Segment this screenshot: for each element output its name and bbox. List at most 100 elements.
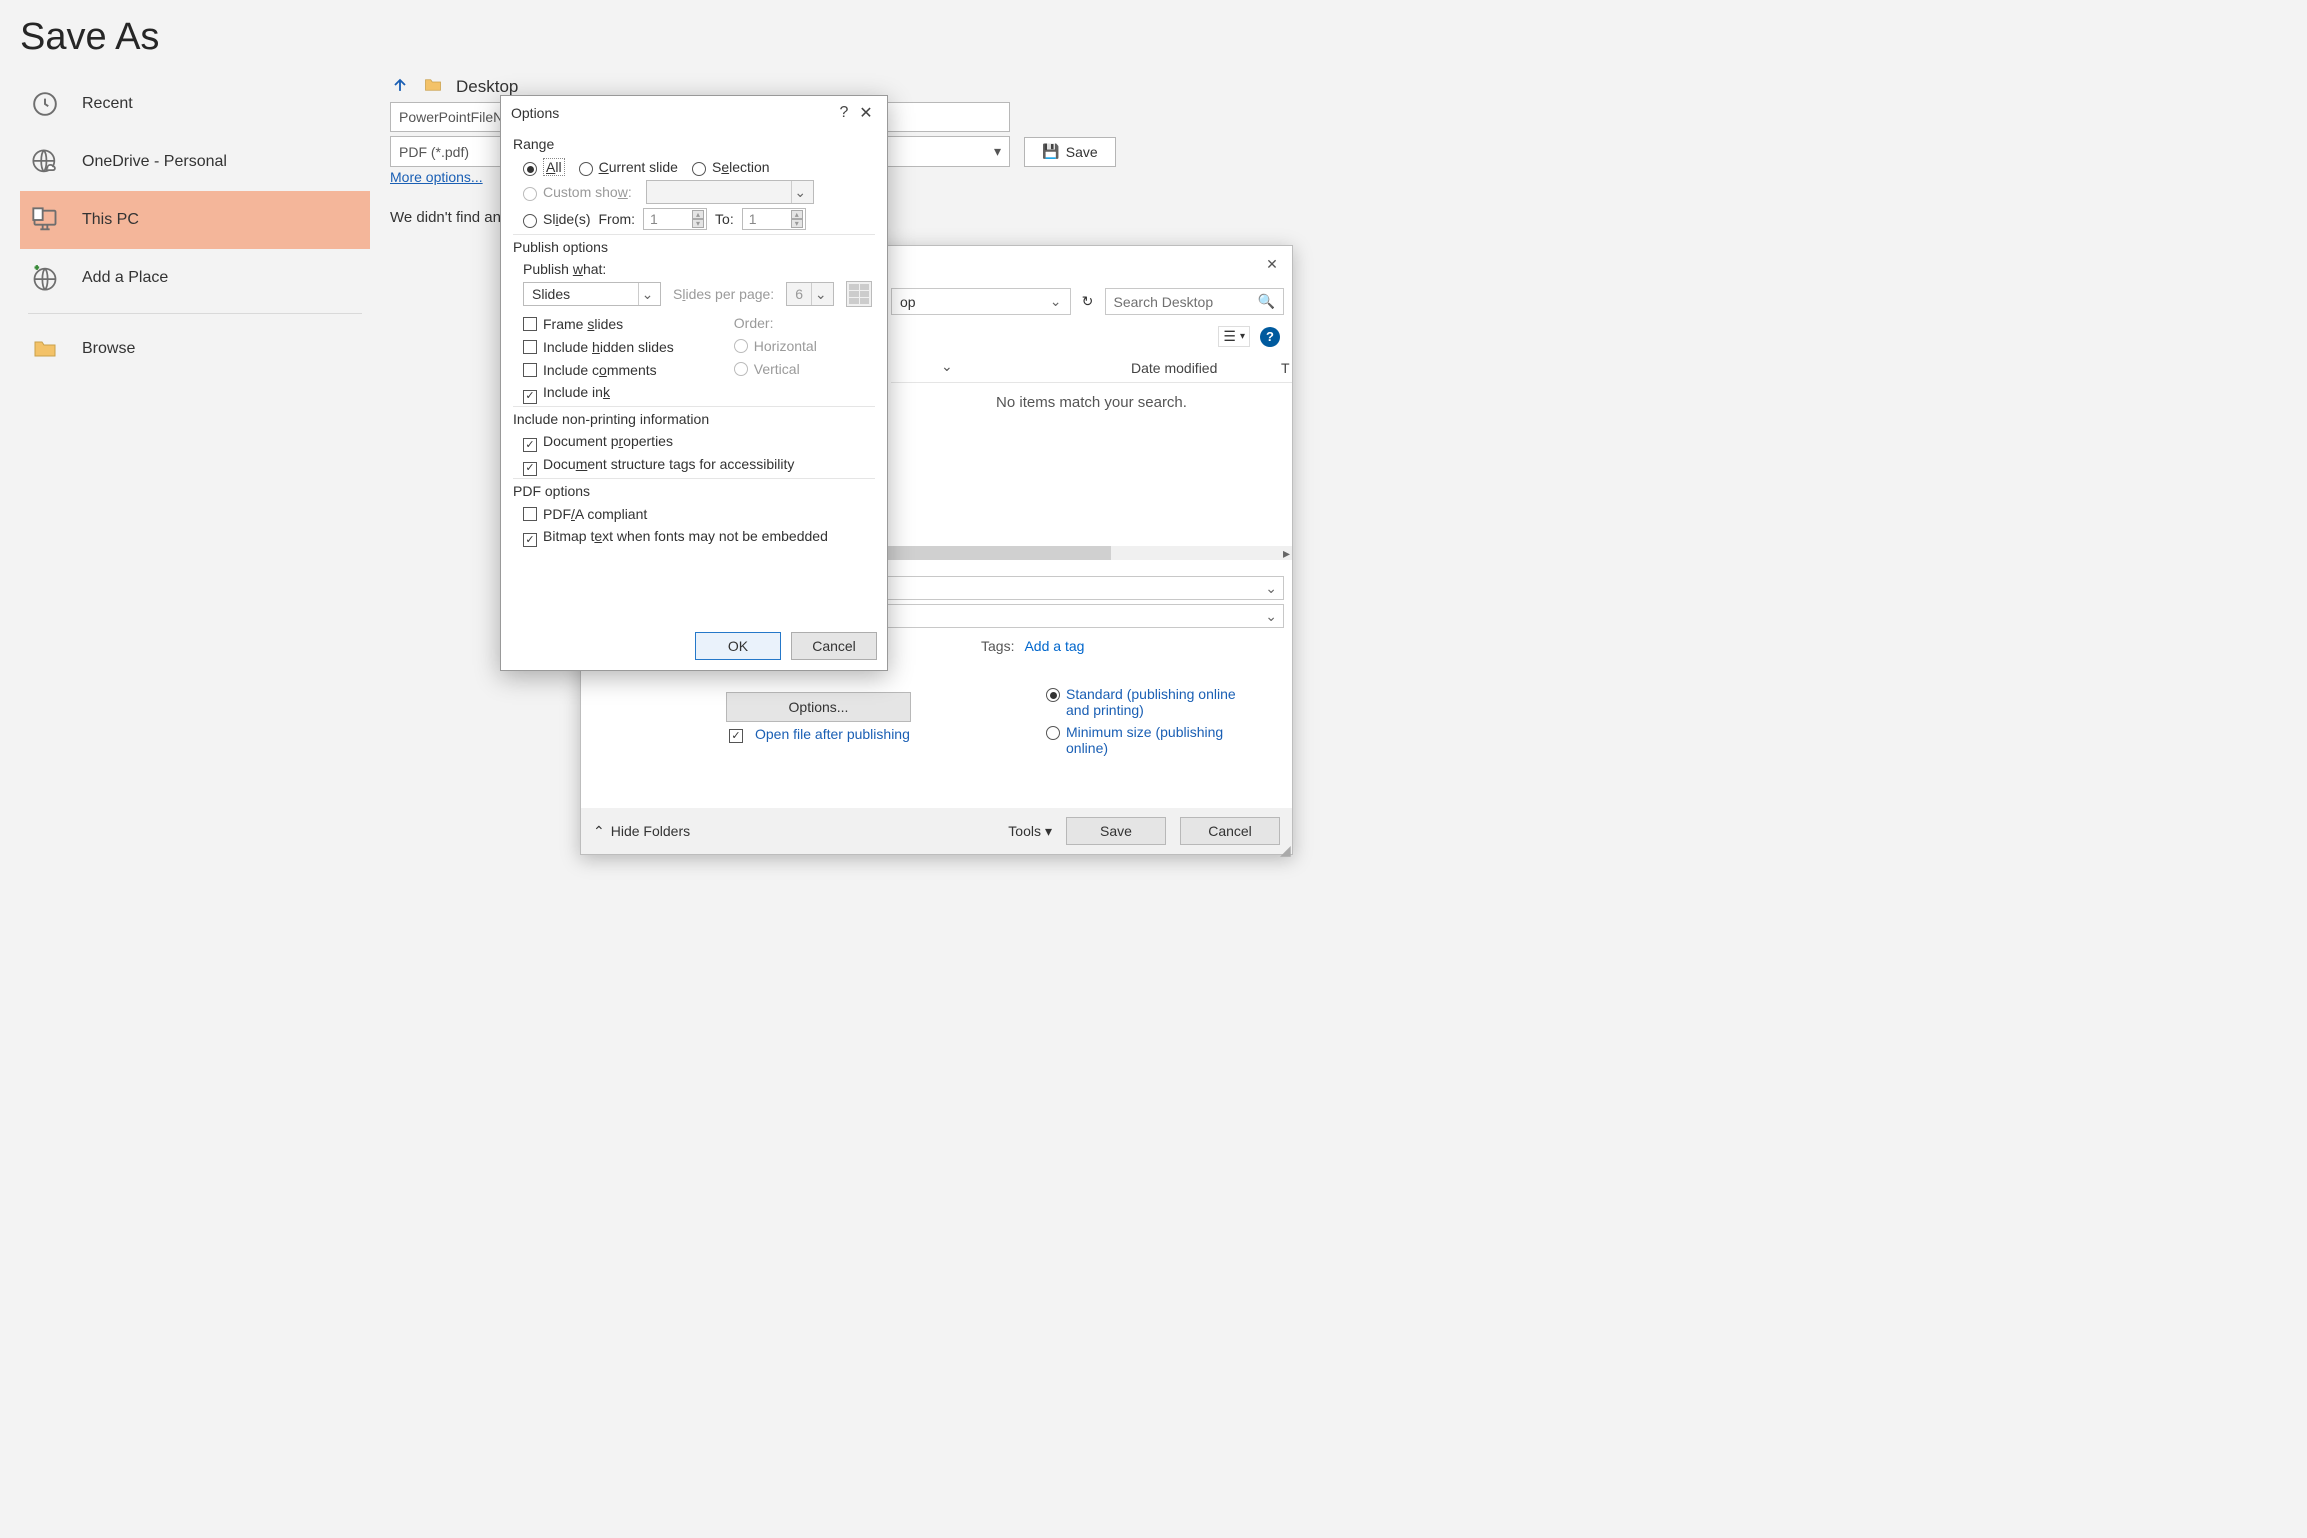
radio-standard[interactable] [1046, 688, 1060, 702]
publish-options-title: Publish options [513, 239, 875, 255]
save-button[interactable]: 💾 Save [1024, 137, 1116, 167]
include-hidden-checkbox[interactable]: Include hidden slides [523, 338, 674, 355]
hide-folders-label: Hide Folders [611, 823, 690, 839]
checkbox-icon [729, 729, 743, 743]
open-after-publishing-checkbox[interactable]: Open file after publishing [729, 726, 910, 742]
search-icon: 🔍 [1258, 293, 1275, 310]
tools-dropdown[interactable]: Tools ▾ [1008, 823, 1052, 840]
publish-what-value: Slides [532, 286, 570, 302]
nav-label: OneDrive - Personal [82, 153, 227, 171]
bitmap-text-checkbox[interactable]: Bitmap text when fonts may not be embedd… [523, 528, 875, 546]
open-after-label: Open file after publishing [755, 726, 910, 742]
ok-button[interactable]: OK [695, 632, 781, 660]
search-input[interactable]: Search Desktop 🔍 [1105, 288, 1285, 315]
nav-recent[interactable]: Recent [20, 75, 370, 133]
resize-grip-icon[interactable]: ◢ [1280, 842, 1290, 852]
order-vertical-radio: Vertical [734, 360, 817, 377]
nav-divider [28, 313, 362, 314]
order-horizontal-radio: Horizontal [734, 337, 817, 354]
current-folder-label[interactable]: Desktop [456, 77, 518, 97]
list-icon: ☰ [1223, 328, 1236, 345]
tools-label: Tools [1008, 823, 1041, 839]
tags-row: Tags: Add a tag [981, 638, 1084, 654]
nav-label: This PC [82, 211, 139, 229]
globe-plus-icon [30, 263, 60, 293]
add-tag-link[interactable]: Add a tag [1024, 638, 1084, 654]
chevron-up-icon: ⌃ [593, 823, 605, 840]
doc-structure-checkbox[interactable]: Document structure tags for accessibilit… [523, 456, 875, 474]
frame-slides-checkbox[interactable]: Frame slides [523, 315, 674, 332]
range-section-title: Range [513, 136, 875, 152]
include-comments-checkbox[interactable]: Include comments [523, 361, 674, 378]
optimize-standard-label[interactable]: Standard (publishing online and printing… [1066, 686, 1236, 718]
globe-cloud-icon [30, 147, 60, 177]
save-button[interactable]: Save [1066, 817, 1166, 845]
nav-label: Browse [82, 340, 135, 358]
cancel-button[interactable]: Cancel [1180, 817, 1280, 845]
pdf-options-title: PDF options [513, 483, 875, 499]
scroll-right-icon[interactable]: ▸ [1283, 546, 1290, 560]
from-spinner[interactable]: 1 ▴▾ [643, 208, 707, 230]
folder-icon [30, 334, 60, 364]
options-button[interactable]: Options... [726, 692, 911, 722]
order-label: Order: [734, 315, 817, 331]
help-icon[interactable]: ? [833, 102, 855, 124]
nav-label: Recent [82, 95, 133, 113]
range-current-radio[interactable]: Current slide [579, 159, 678, 175]
from-label: From: [598, 211, 635, 227]
spin-up-icon[interactable]: ▴ [791, 210, 803, 219]
dialog-title: Options [511, 105, 559, 121]
to-value: 1 [749, 211, 757, 227]
close-icon[interactable]: ✕ [1260, 252, 1284, 276]
include-ink-checkbox[interactable]: Include ink [523, 384, 674, 402]
options-dialog: Options ? ✕ Range All Current slide Sele… [500, 95, 888, 671]
spin-down-icon[interactable]: ▾ [791, 219, 803, 228]
refresh-icon[interactable]: ↻ [1077, 291, 1099, 313]
folder-icon [422, 76, 444, 97]
tags-label: Tags: [981, 638, 1014, 654]
chevron-down-icon: ⌄ [791, 181, 809, 203]
help-icon[interactable]: ? [1260, 327, 1280, 347]
clock-icon [30, 89, 60, 119]
address-bar[interactable]: op ⌄ [891, 288, 1071, 315]
save-label: Save [1066, 144, 1098, 160]
filetype-value: PDF (*.pdf) [399, 144, 469, 160]
no-items-message: No items match your search. [891, 394, 1292, 411]
publish-what-label: Publish what: [523, 261, 875, 277]
chevron-down-icon: ⌄ [811, 283, 829, 305]
chevron-down-icon: ▾ [1045, 823, 1052, 840]
up-arrow-icon[interactable] [390, 75, 410, 98]
address-bar-text: op [900, 294, 916, 310]
file-list-header[interactable]: Date modified T [891, 354, 1292, 383]
nav-thispc[interactable]: This PC [20, 191, 370, 249]
page-title: Save As [0, 0, 1345, 79]
spin-up-icon[interactable]: ▴ [692, 210, 704, 219]
nav-addplace[interactable]: Add a Place [20, 249, 370, 307]
hide-folders-button[interactable]: ⌃ Hide Folders [593, 823, 690, 840]
cancel-button[interactable]: Cancel [791, 632, 877, 660]
publish-what-dropdown[interactable]: Slides ⌄ [523, 282, 661, 306]
nav-onedrive[interactable]: OneDrive - Personal [20, 133, 370, 191]
nav-browse[interactable]: Browse [20, 320, 370, 378]
chevron-down-icon: ▾ [1240, 331, 1245, 342]
to-spinner[interactable]: 1 ▴▾ [742, 208, 806, 230]
radio-minimum[interactable] [1046, 726, 1060, 740]
range-slides-radio[interactable]: Slide(s) [523, 211, 590, 227]
optimize-minimum-label[interactable]: Minimum size (publishing online) [1066, 724, 1236, 756]
range-selection-radio[interactable]: Selection [692, 159, 770, 175]
range-custom-radio: Custom show: [523, 184, 632, 200]
column-date-modified[interactable]: Date modified [1131, 360, 1281, 376]
slides-per-page-value: 6 [795, 286, 803, 302]
range-all-radio[interactable]: All [523, 158, 565, 176]
pdfa-checkbox[interactable]: PDF/A compliant [523, 505, 875, 522]
spin-down-icon[interactable]: ▾ [692, 219, 704, 228]
optimize-for-group: Standard (publishing online and printing… [1046, 686, 1236, 756]
close-icon[interactable]: ✕ [855, 102, 877, 124]
slides-per-page-label: Slides per page: [673, 286, 774, 302]
doc-properties-checkbox[interactable]: Document properties [523, 433, 875, 451]
slides-per-page-dropdown: 6 ⌄ [786, 282, 834, 306]
save-icon: 💾 [1042, 143, 1059, 160]
monitor-icon [30, 205, 60, 235]
column-type[interactable]: T [1281, 360, 1290, 376]
view-mode-button[interactable]: ☰ ▾ [1218, 326, 1250, 347]
